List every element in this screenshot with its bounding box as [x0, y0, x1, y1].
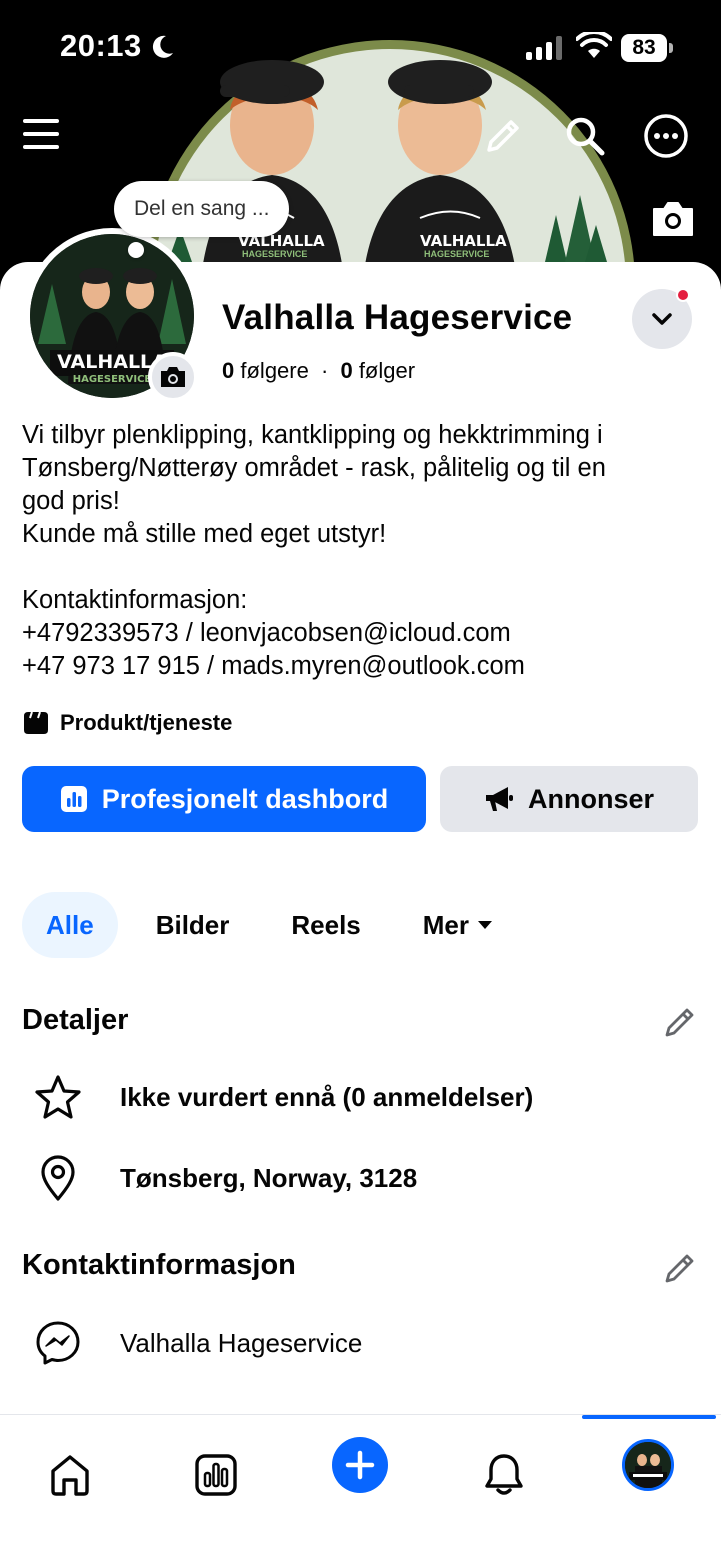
edit-contact-button[interactable]: [660, 1248, 700, 1288]
following-label[interactable]: følger: [359, 358, 415, 383]
share-song-bubble[interactable]: Del en sang ...: [114, 181, 290, 237]
tab-all[interactable]: Alle: [22, 892, 118, 958]
location-text: Tønsberg, Norway, 3128: [120, 1162, 418, 1193]
nav-notifications[interactable]: [468, 1439, 540, 1511]
advertise-label: Annonser: [527, 783, 654, 814]
tab-photos-label: Bilder: [155, 909, 230, 940]
dashboard-icon: [195, 1454, 237, 1496]
status-bar: 20:13 83: [0, 0, 721, 96]
briefcase-icon: [24, 711, 48, 734]
edit-details-button[interactable]: [660, 1002, 700, 1042]
notifications-bell-icon: [485, 1454, 523, 1495]
menu-button[interactable]: [18, 112, 64, 156]
page-category: Produkt/tjeneste: [22, 710, 232, 736]
bio-line: +4792339573 / leonvjacobsen@icloud.com: [22, 619, 511, 647]
contact-section-title: Kontaktinformasjon: [22, 1249, 296, 1281]
pencil-icon: [665, 1008, 694, 1037]
page-title: Valhalla Hageservice: [222, 298, 573, 337]
tab-more[interactable]: Mer: [399, 892, 517, 958]
pencil-icon: [487, 120, 519, 152]
rating-row[interactable]: Ikke vurdert ennå (0 anmeldelser): [30, 1072, 533, 1122]
wifi-icon: [576, 32, 612, 58]
nav-create[interactable]: [332, 1437, 388, 1493]
profile-tabs: Alle Bilder Reels Mer: [22, 892, 531, 958]
bottom-navigation: [0, 1414, 721, 1560]
followers-label[interactable]: følgere: [240, 358, 308, 383]
cellular-signal-icon: [526, 36, 562, 60]
nav-dashboard[interactable]: [180, 1439, 252, 1511]
star-icon: [30, 1072, 86, 1122]
moon-icon: [152, 35, 173, 58]
megaphone-icon: [485, 787, 513, 811]
details-section-title: Detaljer: [22, 1004, 129, 1036]
rating-text: Ikke vurdert ennå (0 anmeldelser): [120, 1081, 534, 1112]
song-bubble-tail: [128, 242, 144, 258]
followers-count[interactable]: 0: [222, 358, 234, 383]
active-tab-indicator: [582, 1415, 716, 1419]
cover-logo-subtext-left: HAGESERVICE: [242, 249, 308, 259]
home-icon: [51, 1455, 89, 1496]
bio-line: god pris!: [22, 487, 120, 515]
nav-home[interactable]: [34, 1439, 106, 1511]
location-pin-icon: [30, 1153, 86, 1203]
create-plus-icon: [345, 1450, 375, 1480]
svg-text:HAGESERVICE: HAGESERVICE: [73, 374, 152, 385]
camera-icon: [161, 367, 185, 387]
edit-cover-photo-button[interactable]: [648, 196, 698, 242]
page-bio: Vi tilbyr plenklipping, kantklipping og …: [22, 419, 702, 683]
caret-down-icon: [478, 921, 493, 929]
avatar-thumbnail: [625, 1442, 671, 1488]
follow-stats: 0 følgere · 0 følger: [222, 358, 415, 384]
stats-separator: ·: [320, 358, 329, 383]
tab-more-label: Mer: [422, 909, 470, 940]
profile-avatar[interactable]: [622, 1439, 674, 1491]
pencil-icon: [665, 1254, 694, 1283]
professional-dashboard-button[interactable]: Profesjonelt dashbord: [22, 766, 426, 832]
battery-tip: [669, 43, 673, 53]
notification-dot: [676, 288, 690, 302]
status-time: 20:13: [60, 28, 142, 63]
location-row[interactable]: Tønsberg, Norway, 3128: [30, 1153, 417, 1203]
tab-photos[interactable]: Bilder: [132, 892, 254, 958]
tab-reels[interactable]: Reels: [267, 892, 384, 958]
following-count[interactable]: 0: [340, 358, 352, 383]
search-icon: [566, 117, 605, 156]
bio-line: [22, 551, 702, 584]
more-horizontal-icon: [644, 114, 688, 158]
category-label: Produkt/tjeneste: [60, 710, 233, 735]
edit-profile-button[interactable]: [478, 112, 528, 160]
messenger-name: Valhalla Hageservice: [120, 1327, 363, 1358]
battery-indicator: 83: [621, 34, 673, 62]
bio-line: Kontaktinformasjon:: [22, 586, 248, 614]
bio-line: +47 973 17 915 / mads.myren@outlook.com: [22, 652, 525, 680]
bio-line: Vi tilbyr plenklipping, kantklipping og …: [22, 421, 603, 449]
cover-logo-subtext-right: HAGESERVICE: [424, 249, 490, 259]
hamburger-menu-icon: [23, 119, 59, 149]
dashboard-chart-icon: [60, 786, 87, 812]
search-button[interactable]: [560, 112, 610, 160]
more-options-button[interactable]: [642, 112, 690, 160]
tab-all-label: Alle: [46, 909, 94, 940]
professional-dashboard-label: Profesjonelt dashbord: [101, 783, 389, 814]
bio-line: Kunde må stille med eget utstyr!: [22, 520, 387, 548]
tab-reels-label: Reels: [291, 909, 361, 940]
chevron-down-icon: [652, 313, 672, 325]
edit-profile-picture-button[interactable]: [148, 352, 198, 402]
bio-line: Tønsberg/Nøtterøy området - rask, pålite…: [22, 454, 606, 482]
battery-level: 83: [621, 34, 667, 62]
cover-logo-text-right: VALHALLA: [420, 232, 507, 250]
camera-icon: [653, 202, 693, 236]
messenger-row[interactable]: Valhalla Hageservice: [30, 1318, 362, 1368]
messenger-icon: [30, 1318, 86, 1368]
advertise-button[interactable]: Annonser: [440, 766, 698, 832]
